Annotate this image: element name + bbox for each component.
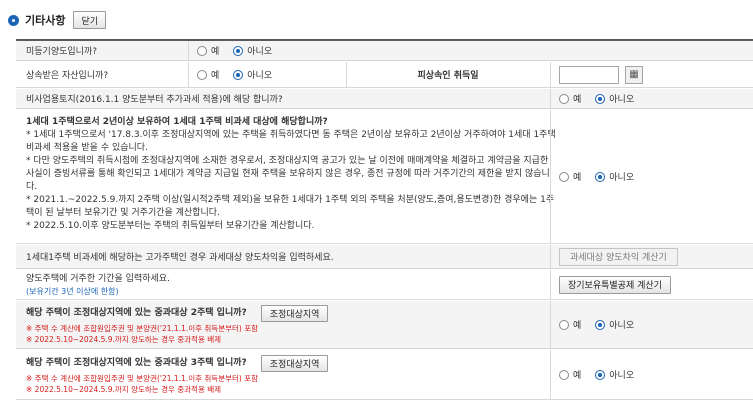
radio-yes[interactable]: 예 <box>559 318 581 331</box>
cell-divider <box>550 89 551 108</box>
radio-group-unregistered: 예 아니오 <box>197 41 286 60</box>
adjusted-2house-question-line: 해당 주택이 조정대상지역에 있는 중과대상 2주택 입니까? 조정대상지역 <box>26 304 556 322</box>
radio-group-one-household: 예 아니오 <box>559 110 648 243</box>
long-term-deduction-calculator-button[interactable]: 장기보유특별공제 계산기 <box>559 275 671 294</box>
radio-circle-selected <box>595 171 606 182</box>
row-label: 1세대1주택 비과세에 해당하는 고가주택인 경우 과세대상 양도차익을 입력하… <box>26 253 334 263</box>
residence-period-text: 양도주택에 거주한 기간을 입력하세요. (보유기간 3년 이상에 한함) <box>26 273 556 297</box>
radio-no[interactable]: 아니오 <box>233 68 272 81</box>
cell-divider <box>550 110 551 243</box>
one-household-note: * 다만 양도주택의 취득시점에 조정대상지역에 소재한 경우로서, 조정대상지… <box>26 156 550 192</box>
radio-no[interactable]: 아니오 <box>233 44 272 57</box>
row-luxury-house: 1세대1주택 비과세에 해당하는 고가주택인 경우 과세대상 양도차익을 입력하… <box>16 245 753 269</box>
taxable-gain-calculator-button[interactable]: 과세대상 양도차익 계산기 <box>559 247 678 266</box>
radio-yes[interactable]: 예 <box>197 68 219 81</box>
cell-divider <box>550 301 551 348</box>
radio-circle <box>559 369 569 380</box>
cell-divider <box>550 62 551 87</box>
one-household-note: * 2021.1.~2022.5.9.까지 2주택 이상(일시적2주택 제외)을… <box>26 195 555 218</box>
row-label: 상속받은 자산입니까? <box>26 71 109 81</box>
row-label: 비사업용토지(2016.1.1 양도분부터 추가과세 적용)에 해당 합니까? <box>26 95 283 105</box>
radio-circle <box>197 69 207 80</box>
circle-bullet-icon <box>8 14 19 26</box>
adjusted-area-button[interactable]: 조정대상지역 <box>260 354 329 372</box>
radio-circle <box>197 45 207 56</box>
cell-divider <box>550 245 551 268</box>
adjusted-3house-question-line: 해당 주택이 조정대상지역에 있는 중과대상 3주택 입니까? 조정대상지역 <box>26 354 556 372</box>
luxury-house-button-cell: 과세대상 양도차익 계산기 <box>559 245 678 268</box>
decedent-date-group: ▦ <box>559 62 643 87</box>
radio-yes[interactable]: 예 <box>197 44 219 57</box>
radio-group-adjusted-3house: 예 아니오 <box>559 350 648 399</box>
cell-divider <box>550 270 551 299</box>
row-nonbusiness-land: 비사업용토지(2016.1.1 양도분부터 추가과세 적용)에 해당 합니까? … <box>16 89 753 109</box>
adjusted-3house-note: ※ 주택 수 계산에 조합원입주권 및 분양권('21.1.1.이후 취득분부터… <box>26 374 259 383</box>
row-inherited-asset: 상속받은 자산입니까? 예 아니오 피상속인 취득일 ▦ <box>16 62 753 88</box>
row-unregistered-transfer: 미등기양도입니까? 예 아니오 <box>16 41 753 61</box>
one-household-note: * 2022.5.10.이후 양도분부터는 주택의 취득일부터 보유기간을 계산… <box>26 221 315 231</box>
row-one-household-one-house: 1세대 1주택으로서 2년이상 보유하여 1세대 1주택 비과세 대상에 해당합… <box>16 110 753 244</box>
radio-yes[interactable]: 예 <box>559 368 581 381</box>
calendar-icon[interactable]: ▦ <box>625 65 643 84</box>
one-household-question: 1세대 1주택으로서 2년이상 보유하여 1세대 1주택 비과세 대상에 해당합… <box>26 117 328 127</box>
one-household-note: * 1세대 1주택으로서 '17.8.3.이후 조정대상지역에 있는 주택을 취… <box>26 130 556 153</box>
adjusted-2house-text: 해당 주택이 조정대상지역에 있는 중과대상 2주택 입니까? 조정대상지역 ※… <box>26 304 556 345</box>
adjusted-2house-question: 해당 주택이 조정대상지역에 있는 중과대상 2주택 입니까? <box>26 307 247 318</box>
residence-period-label: 양도주택에 거주한 기간을 입력하세요. <box>26 274 170 284</box>
radio-yes[interactable]: 예 <box>559 92 581 105</box>
residence-button-cell: 장기보유특별공제 계산기 <box>559 270 671 299</box>
section-header: 기타사항 닫기 <box>8 8 107 32</box>
radio-no[interactable]: 아니오 <box>595 170 634 183</box>
radio-no[interactable]: 아니오 <box>595 368 634 381</box>
row-adjusted-area-2house: 해당 주택이 조정대상지역에 있는 중과대상 2주택 입니까? 조정대상지역 ※… <box>16 301 753 349</box>
radio-circle <box>559 171 569 182</box>
close-button[interactable]: 닫기 <box>73 11 107 29</box>
radio-yes[interactable]: 예 <box>559 170 581 183</box>
cell-divider <box>188 62 189 87</box>
one-household-description: 1세대 1주택으로서 2년이상 보유하여 1세대 1주택 비과세 대상에 해당합… <box>26 116 556 233</box>
decedent-date-input[interactable] <box>559 65 619 84</box>
adjusted-2house-note: ※ 주택 수 계산에 조합원입주권 및 분양권('21.1.1.이후 취득분부터… <box>26 324 259 333</box>
radio-group-nonbusiness-land: 예 아니오 <box>559 89 648 108</box>
radio-circle <box>559 319 569 330</box>
radio-circle-selected <box>233 69 244 80</box>
adjusted-3house-text: 해당 주택이 조정대상지역에 있는 중과대상 3주택 입니까? 조정대상지역 ※… <box>26 354 556 395</box>
adjusted-3house-note: ※ 2022.5.10~2024.5.9.까지 양도하는 경우 중과적용 배제 <box>26 385 222 394</box>
radio-group-inherited: 예 아니오 <box>197 62 286 87</box>
residence-period-note: (보유기간 3년 이상에 한함) <box>26 287 119 296</box>
radio-circle-selected <box>595 319 606 330</box>
row-residence-period: 양도주택에 거주한 기간을 입력하세요. (보유기간 3년 이상에 한함) 장기… <box>16 270 753 300</box>
adjusted-3house-question: 해당 주택이 조정대상지역에 있는 중과대상 3주택 입니까? <box>26 357 247 368</box>
adjusted-2house-note: ※ 2022.5.10~2024.5.9.까지 양도하는 경우 중과적용 배제 <box>26 335 222 344</box>
cell-divider <box>188 41 189 60</box>
row-adjusted-area-3house: 해당 주택이 조정대상지역에 있는 중과대상 3주택 입니까? 조정대상지역 ※… <box>16 350 753 400</box>
radio-no[interactable]: 아니오 <box>595 92 634 105</box>
radio-no[interactable]: 아니오 <box>595 318 634 331</box>
row-label: 미등기양도입니까? <box>26 47 98 57</box>
decedent-acquisition-date-label: 피상속인 취득일 <box>417 71 479 81</box>
radio-circle-selected <box>233 45 244 56</box>
radio-circle-selected <box>595 369 606 380</box>
radio-circle <box>559 93 569 104</box>
cell-divider <box>550 350 551 399</box>
radio-circle-selected <box>595 93 606 104</box>
other-items-table: 미등기양도입니까? 예 아니오 상속받은 자산입니까? 예 아니오 피상속인 취… <box>16 39 753 400</box>
section-title: 기타사항 <box>25 14 66 27</box>
adjusted-area-button[interactable]: 조정대상지역 <box>260 304 329 322</box>
radio-group-adjusted-2house: 예 아니오 <box>559 301 648 348</box>
